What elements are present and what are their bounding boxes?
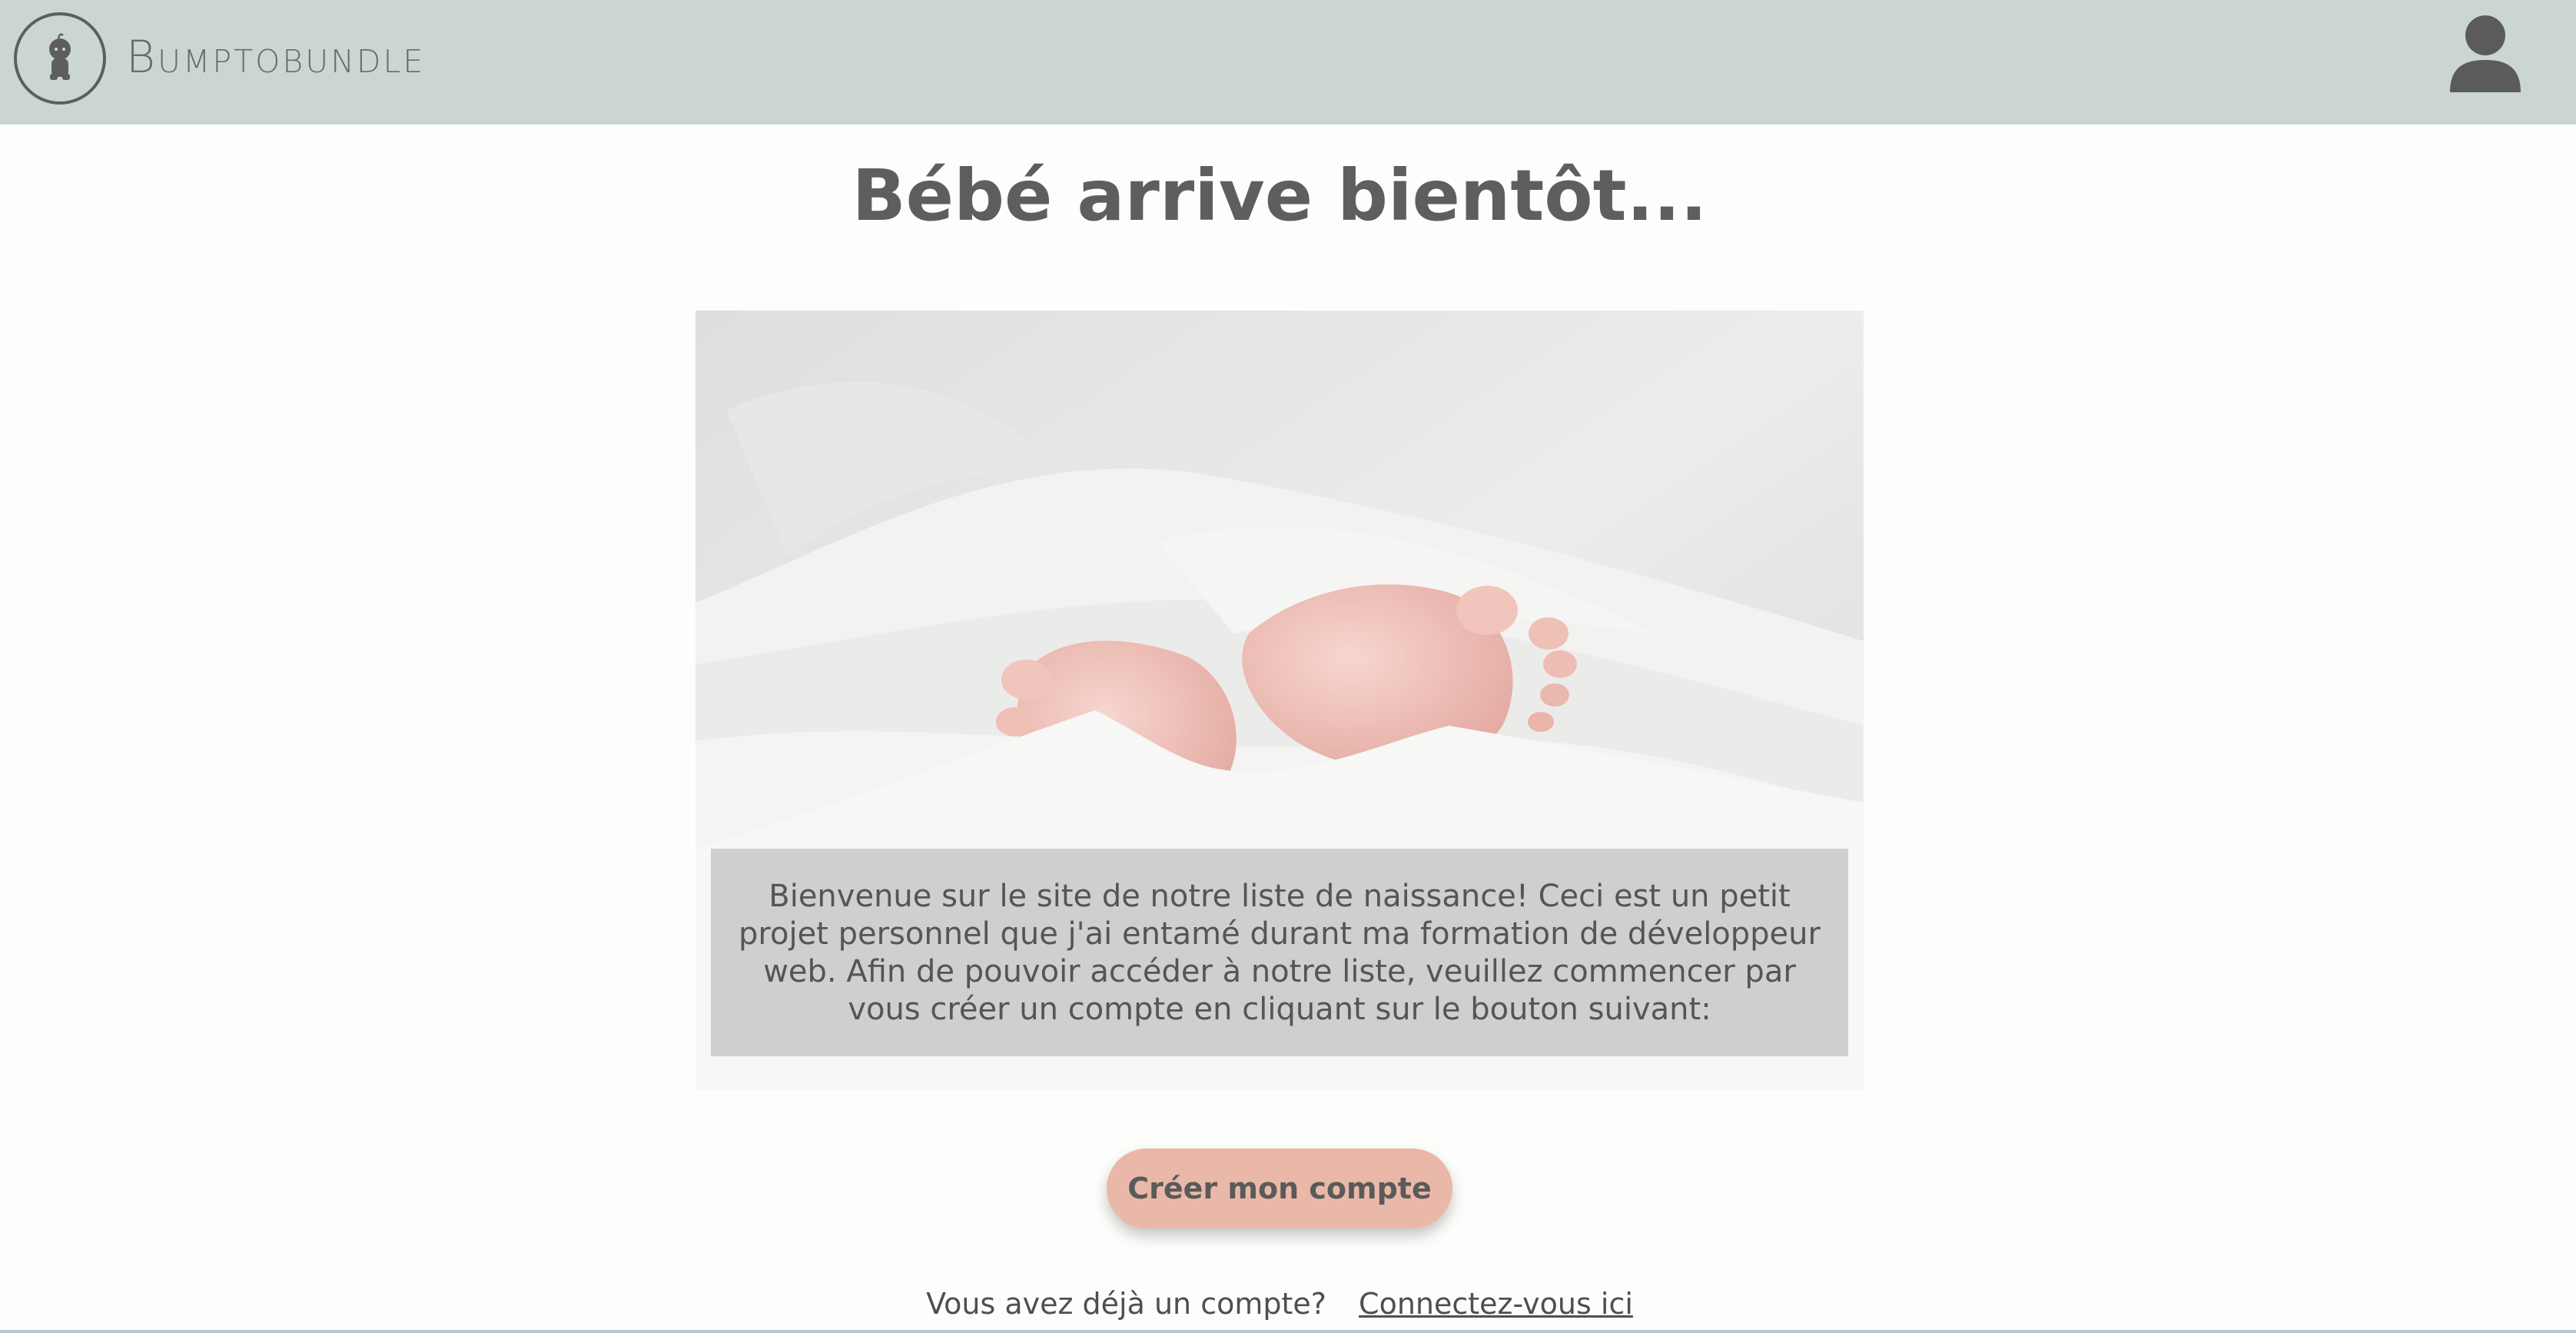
logo[interactable]: [14, 12, 106, 105]
login-link[interactable]: Connectez-vous ici: [1359, 1287, 1633, 1321]
intro-text: Bienvenue sur le site de notre liste de …: [711, 849, 1848, 1056]
baby-icon: [49, 33, 71, 80]
login-prompt: Vous avez déjà un compte?: [926, 1287, 1326, 1321]
bottom-divider: [0, 1330, 2576, 1333]
login-prompt-line: Vous avez déjà un compte? Connectez-vous…: [0, 1284, 2559, 1324]
create-account-button[interactable]: Créer mon compte: [1107, 1149, 1452, 1228]
hero-image: Bienvenue sur le site de notre liste de …: [695, 311, 1864, 1090]
brand-name[interactable]: Bumptobundle: [126, 29, 425, 85]
user-icon[interactable]: [2448, 14, 2522, 94]
page-title: Bébé arrive bientôt...: [851, 155, 1708, 237]
site-header: Bumptobundle: [0, 0, 2576, 125]
